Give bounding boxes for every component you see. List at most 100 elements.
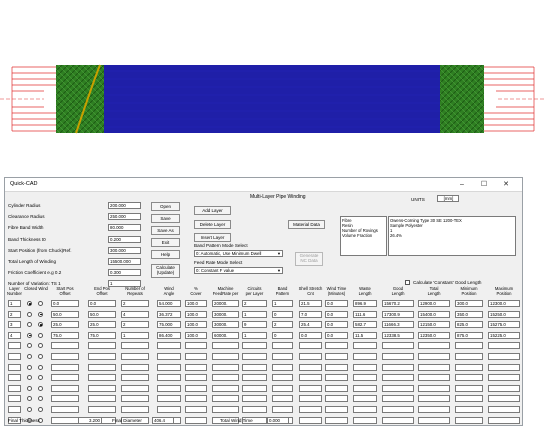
table-cell-repeats[interactable] [121,374,149,382]
table-cell-total[interactable] [418,406,450,413]
table-cell-waste[interactable] [353,406,377,413]
table-cell-start[interactable]: 0.0 [51,300,79,307]
table-cell-minpos[interactable] [455,384,483,392]
param-field[interactable]: 80.000 [108,224,141,232]
table-cell-cover[interactable] [185,384,207,392]
table-cell-time[interactable]: 0.0 [325,300,348,307]
feed-rate-select[interactable]: 0: Constant F value ▼ [194,267,283,274]
table-cell-cover[interactable]: 100.0 [185,331,207,339]
table-cell-repeats[interactable] [121,363,149,371]
closed-wind-no-radio[interactable] [38,364,43,370]
table-cell-angle[interactable] [157,363,181,371]
table-cell-start[interactable] [51,374,79,382]
table-cell-waste[interactable] [353,353,377,360]
table-cell-cover[interactable] [185,353,207,360]
table-cell-angle[interactable] [157,374,181,382]
final-thickness-field[interactable]: 3.200 [78,417,102,424]
table-cell-maxpos[interactable] [488,395,520,403]
table-cell-num[interactable]: 2 [8,310,21,318]
table-cell-total[interactable] [418,416,450,424]
add-layer-button[interactable]: Add Layer [194,206,231,215]
table-cell-circuits[interactable]: 1 [242,310,267,318]
table-cell-time[interactable] [325,395,348,403]
closed-wind-no-radio[interactable] [38,385,43,391]
table-cell-start[interactable] [51,353,79,360]
table-cell-minpos[interactable] [455,342,483,350]
table-cell-angle[interactable] [157,353,181,360]
closed-wind-no-radio[interactable] [38,396,43,402]
table-cell-num[interactable] [8,384,21,392]
generate-nc-button[interactable]: Generate NC Data [295,252,323,266]
table-cell-pattern[interactable]: 1 [272,300,293,307]
table-cell-time[interactable] [325,374,348,382]
table-cell-feed[interactable] [212,374,239,382]
table-cell-feed[interactable] [212,384,239,392]
table-cell-pattern[interactable] [272,374,293,382]
closed-wind-yes-radio[interactable] [27,375,32,381]
closed-wind-yes-radio[interactable] [27,364,32,370]
closed-wind-yes-radio[interactable] [27,311,32,317]
table-cell-good[interactable] [382,416,414,424]
table-cell-minpos[interactable] [455,395,483,403]
table-cell-end[interactable] [88,395,116,403]
table-cell-maxpos[interactable] [488,416,520,424]
table-cell-end[interactable]: 0.0 [88,300,116,307]
material-data-button[interactable]: Material Data [288,220,325,229]
save-button[interactable]: Save [151,214,180,223]
table-cell-repeats[interactable]: 1 [121,331,149,339]
closed-wind-yes-radio[interactable] [27,354,32,359]
table-cell-total[interactable]: 12350.0 [418,331,450,339]
closed-wind-no-radio[interactable] [38,407,43,412]
table-cell-maxpos[interactable]: 15275.0 [488,321,520,329]
table-cell-time[interactable] [325,416,348,424]
param-field[interactable]: 0.300 [108,269,141,277]
table-cell-stretch[interactable] [299,384,322,392]
table-cell-repeats[interactable] [121,406,149,413]
table-cell-repeats[interactable] [121,342,149,350]
table-cell-cover[interactable] [185,395,207,403]
table-cell-feed[interactable] [212,353,239,360]
closed-wind-yes-radio[interactable] [27,322,32,328]
table-cell-good[interactable] [382,363,414,371]
table-cell-circuits[interactable]: 2 [242,300,267,307]
table-cell-end[interactable] [88,406,116,413]
table-cell-good[interactable]: 12338.5 [382,331,414,339]
table-cell-time[interactable] [325,363,348,371]
table-cell-good[interactable] [382,395,414,403]
table-cell-num[interactable] [8,342,21,350]
final-diameter-field[interactable]: 406.4 [152,417,174,424]
table-cell-waste[interactable]: 896.9 [353,300,377,307]
table-cell-time[interactable] [325,353,348,360]
table-cell-waste[interactable] [353,374,377,382]
table-cell-start[interactable] [51,406,79,413]
table-cell-total[interactable]: 12150.0 [418,321,450,329]
table-cell-total[interactable] [418,353,450,360]
table-cell-minpos[interactable] [455,363,483,371]
table-cell-minpos[interactable]: 825.0 [455,321,483,329]
table-cell-repeats[interactable]: 4 [121,310,149,318]
table-cell-cover[interactable] [185,374,207,382]
table-cell-num[interactable] [8,353,21,360]
table-cell-good[interactable] [382,374,414,382]
table-cell-maxpos[interactable] [488,363,520,371]
close-icon[interactable]: ✕ [499,179,513,190]
table-cell-stretch[interactable] [299,416,322,424]
table-cell-cover[interactable]: 100.0 [185,321,207,329]
table-cell-start[interactable] [51,342,79,350]
table-cell-time[interactable] [325,342,348,350]
table-cell-pattern[interactable] [272,384,293,392]
calc-good-length-checkbox[interactable] [405,280,410,285]
table-cell-feed[interactable] [212,406,239,413]
table-cell-angle[interactable]: 54.000 [157,300,181,307]
table-cell-repeats[interactable] [121,384,149,392]
table-cell-end[interactable] [88,342,116,350]
table-cell-cover[interactable] [185,406,207,413]
table-cell-start[interactable]: 75.0 [51,331,79,339]
total-wind-time-field[interactable]: 0.000 [267,417,289,424]
table-cell-circuits[interactable] [242,374,267,382]
calculate-button[interactable]: Calculate (Update) [151,264,180,278]
table-cell-minpos[interactable]: 300.0 [455,300,483,307]
table-cell-end[interactable]: 75.0 [88,331,116,339]
table-cell-good[interactable] [382,384,414,392]
table-cell-maxpos[interactable]: 12300.0 [488,300,520,307]
